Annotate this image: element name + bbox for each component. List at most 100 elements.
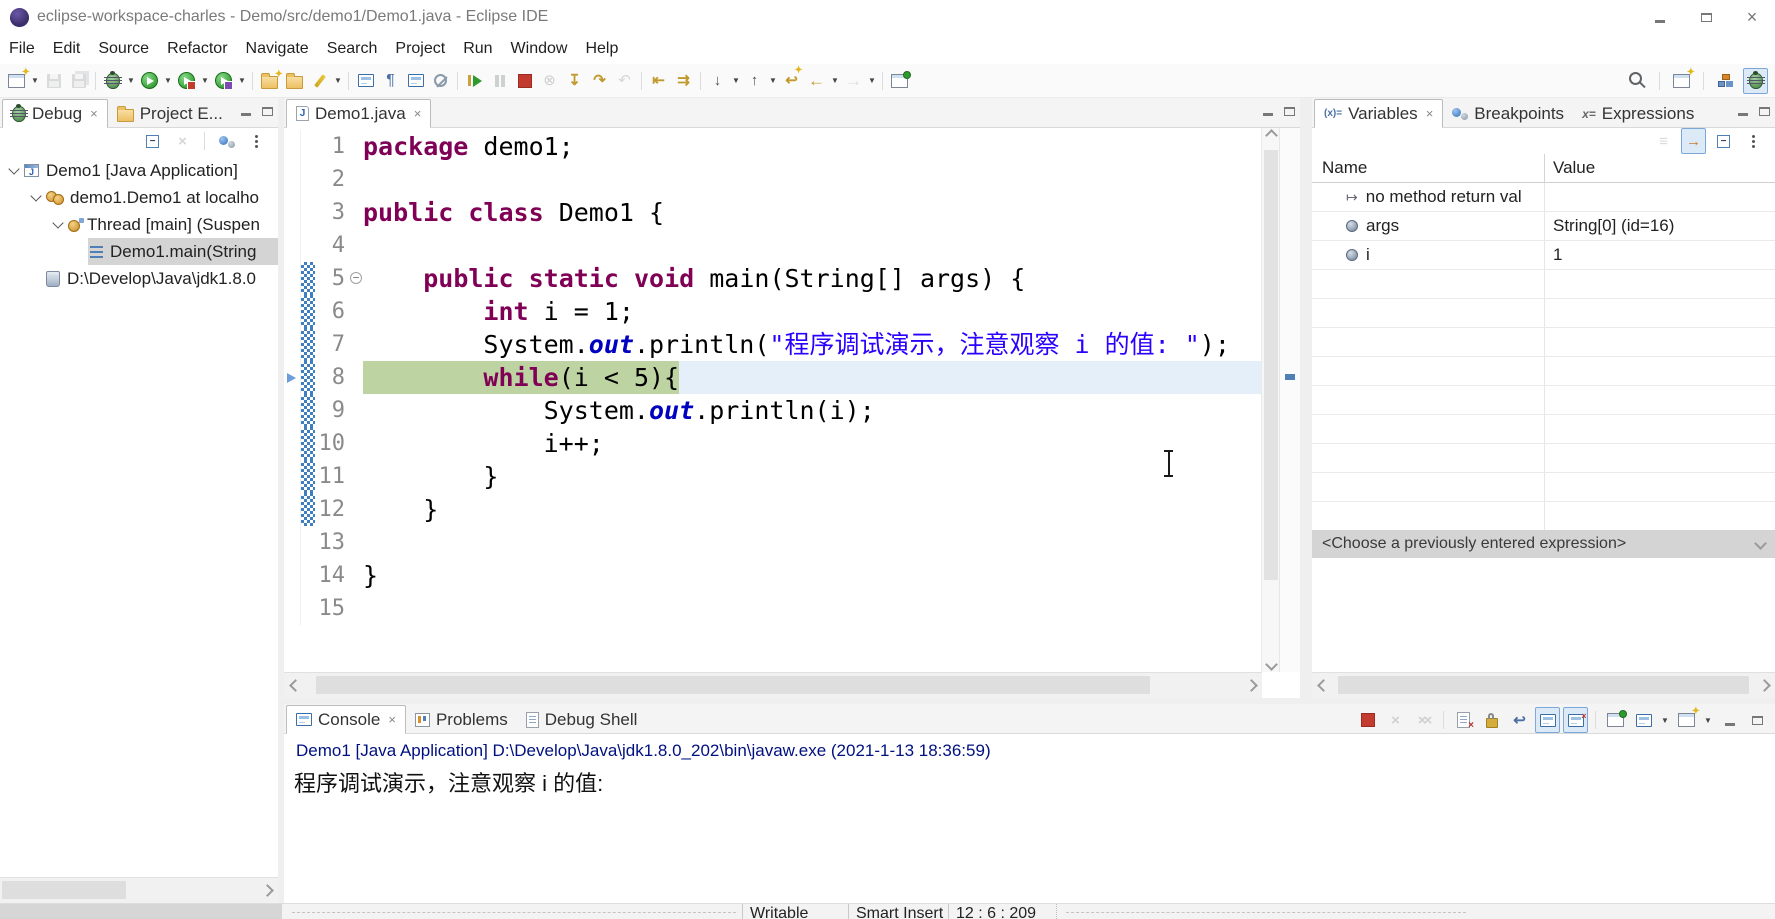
open-console-view-button[interactable]: [403, 68, 428, 94]
next-annotation-button[interactable]: ↓: [705, 68, 730, 94]
variable-row-args[interactable]: argsString[0] (id=16): [1312, 212, 1775, 241]
open-view-button[interactable]: [353, 68, 378, 94]
remove-launch-button[interactable]: ×: [1383, 707, 1408, 733]
scrollbar-thumb[interactable]: [1264, 150, 1278, 580]
menu-project[interactable]: Project: [386, 40, 454, 58]
code-text[interactable]: [363, 163, 1262, 196]
pin-editor-button[interactable]: [887, 68, 912, 94]
step-return-button[interactable]: ↶: [612, 68, 637, 94]
back-button-dropdown[interactable]: ▼: [829, 68, 841, 94]
menu-edit[interactable]: Edit: [44, 40, 90, 58]
editor-horizontal-scrollbar[interactable]: [284, 672, 1262, 698]
code-text[interactable]: }: [363, 559, 1262, 592]
remove-terminated-button[interactable]: ×: [170, 128, 195, 154]
menu-run[interactable]: Run: [454, 40, 501, 58]
clear-console-button[interactable]: ×: [1451, 707, 1476, 733]
variables-horizontal-scrollbar[interactable]: [1312, 672, 1775, 698]
step-over-button[interactable]: ↷: [587, 68, 612, 94]
debug-perspective-button[interactable]: [1743, 68, 1768, 94]
show-stdout-button[interactable]: [1535, 707, 1560, 733]
tree-item-d-develop-java-jdk1-8-0[interactable]: D:\Develop\Java\jdk1.8.0: [0, 265, 278, 292]
back-button[interactable]: ←: [804, 68, 829, 94]
close-icon[interactable]: ×: [1426, 107, 1434, 120]
code-text[interactable]: System.out.println(i);: [363, 394, 1262, 427]
code-line-9[interactable]: 9 System.out.println(i);: [284, 394, 1262, 427]
chevron-expanded-icon[interactable]: [28, 192, 44, 203]
scroll-left-button[interactable]: [284, 681, 306, 690]
maximize-view-button[interactable]: [1284, 103, 1295, 121]
menu-refactor[interactable]: Refactor: [158, 40, 236, 58]
display-console-button-dropdown[interactable]: ▼: [1659, 707, 1671, 733]
previous-annotation-button[interactable]: ↑: [742, 68, 767, 94]
use-step-filters-button[interactable]: ⇉: [671, 68, 696, 94]
profile-button[interactable]: [211, 68, 236, 94]
view-menu-button[interactable]: [1741, 128, 1766, 154]
editor-vertical-scrollbar[interactable]: [1261, 128, 1280, 672]
search-button[interactable]: [1625, 68, 1650, 94]
console-tab-debug-shell[interactable]: Debug Shell: [517, 706, 647, 733]
maximize-view-button[interactable]: [262, 103, 273, 121]
collapse-all-button[interactable]: −: [1711, 128, 1736, 154]
debug-tab-project-e[interactable]: Project E...: [108, 100, 232, 127]
scroll-right-button[interactable]: [1753, 681, 1775, 690]
previous-annotation-button-dropdown[interactable]: ▼: [767, 68, 779, 94]
profile-button-dropdown[interactable]: ▼: [236, 68, 248, 94]
run-button[interactable]: [137, 68, 162, 94]
chevron-expanded-icon[interactable]: [6, 165, 22, 176]
variables-tab-expressions[interactable]: x=Expressions: [1573, 100, 1703, 127]
minimize-view-button[interactable]: [1263, 103, 1273, 121]
tree-item-demo1-main-string[interactable]: Demo1.main(String: [0, 238, 278, 265]
code-line-1[interactable]: 1package demo1;: [284, 130, 1262, 163]
open-console-button[interactable]: ✦: [1674, 707, 1699, 733]
terminate-console-button[interactable]: [1355, 707, 1380, 733]
chevron-down-icon[interactable]: [1756, 535, 1765, 553]
code-line-3[interactable]: 3public class Demo1 {: [284, 196, 1262, 229]
new-java-project-button[interactable]: ✦: [257, 68, 282, 94]
code-text[interactable]: public class Demo1 {: [363, 196, 1262, 229]
scrollbar-thumb[interactable]: [2, 881, 126, 899]
editor-tab-demo1-java[interactable]: JDemo1.java×: [286, 99, 431, 128]
view-menu-button[interactable]: [244, 128, 269, 154]
scroll-right-button[interactable]: [256, 886, 278, 895]
console-tab-problems[interactable]: Problems: [406, 706, 517, 733]
scroll-lock-button[interactable]: [1479, 707, 1504, 733]
close-icon[interactable]: ×: [414, 107, 422, 120]
show-logical-structures-button[interactable]: →: [1681, 128, 1706, 154]
code-text[interactable]: }: [363, 460, 1262, 493]
drop-to-frame-button[interactable]: ⇤: [646, 68, 671, 94]
forward-button-dropdown[interactable]: ▼: [866, 68, 878, 94]
code-line-4[interactable]: 4: [284, 229, 1262, 262]
toggle-mark-occurrences-button-dropdown[interactable]: ▼: [332, 68, 344, 94]
code-text[interactable]: System.out.println("程序调试演示，注意观察 i 的值: ")…: [363, 328, 1262, 361]
close-icon[interactable]: ×: [388, 713, 396, 726]
instruction-pointer-icon[interactable]: [284, 361, 301, 394]
open-console-button-dropdown[interactable]: ▼: [1702, 707, 1714, 733]
variable-row-i[interactable]: i1: [1312, 241, 1775, 270]
maximize-view-button[interactable]: [1745, 707, 1770, 733]
show-type-names-button[interactable]: ≡: [1651, 128, 1676, 154]
suspend-button[interactable]: [487, 68, 512, 94]
code-editor[interactable]: 1package demo1;23public class Demo1 {45−…: [284, 128, 1262, 672]
code-text[interactable]: public static void main(String[] args) {: [363, 262, 1262, 295]
word-wrap-button[interactable]: ↩: [1507, 707, 1532, 733]
code-text[interactable]: i++;: [363, 427, 1262, 460]
scroll-down-button[interactable]: [1262, 660, 1280, 669]
variable-row-no-method-return-val[interactable]: ↦no method return val: [1312, 183, 1775, 212]
window-maximize-button[interactable]: [1683, 0, 1729, 34]
display-console-button[interactable]: [1631, 707, 1656, 733]
maximize-view-button[interactable]: [1759, 103, 1770, 121]
code-text[interactable]: int i = 1;: [363, 295, 1262, 328]
forward-button[interactable]: →: [841, 68, 866, 94]
collapse-all-button[interactable]: −: [140, 128, 165, 154]
code-line-7[interactable]: 7 System.out.println("程序调试演示，注意观察 i 的值: …: [284, 328, 1262, 361]
terminate-button[interactable]: [512, 68, 537, 94]
scroll-left-button[interactable]: [1312, 681, 1334, 690]
code-line-11[interactable]: 11 }: [284, 460, 1262, 493]
fold-collapse-icon[interactable]: −: [349, 262, 363, 295]
code-text[interactable]: [363, 592, 1262, 625]
code-text[interactable]: [363, 229, 1262, 262]
show-whitespace-button[interactable]: ¶: [378, 68, 403, 94]
debug-horizontal-scrollbar[interactable]: [0, 877, 278, 903]
column-header-value[interactable]: Value: [1545, 154, 1775, 182]
debug-tab-debug[interactable]: Debug×: [2, 99, 108, 128]
